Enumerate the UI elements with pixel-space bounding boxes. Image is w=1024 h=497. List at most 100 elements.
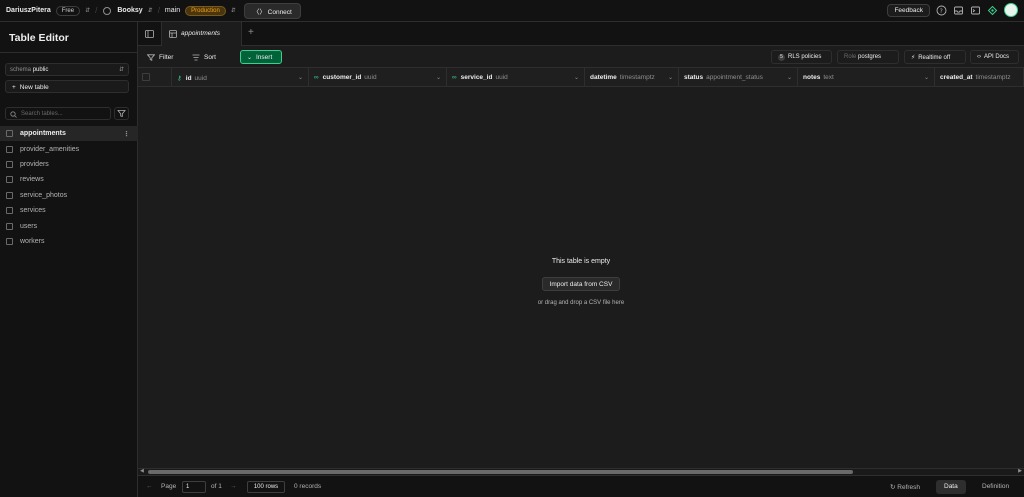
sidebar-item-appointments[interactable]: appointments ⋮ bbox=[0, 126, 138, 142]
column-name: status bbox=[684, 74, 704, 81]
definition-view-tab[interactable]: Definition bbox=[974, 480, 1017, 494]
column-header-notes[interactable]: notes text ⌄ bbox=[798, 68, 935, 87]
column-menu-chevron-icon[interactable]: ⌄ bbox=[787, 74, 792, 81]
sidebar-item-users[interactable]: users bbox=[0, 218, 138, 233]
sidebar-item-label: services bbox=[20, 207, 46, 215]
assistant-icon[interactable] bbox=[987, 5, 998, 16]
scroll-left-icon[interactable]: ◀ bbox=[140, 468, 144, 474]
chevron-updown-icon: ⇵ bbox=[118, 67, 124, 73]
plug-icon: 〈〉 bbox=[252, 8, 266, 16]
sidebar-item-label: service_photos bbox=[20, 191, 68, 199]
filter-button[interactable]: Filter bbox=[147, 51, 173, 63]
schema-value: public bbox=[32, 67, 49, 73]
column-name: id bbox=[185, 75, 192, 82]
help-icon[interactable]: ? bbox=[936, 5, 947, 16]
sidebar-item-label: provider_amenities bbox=[20, 145, 80, 153]
filter-icon bbox=[147, 53, 155, 61]
column-header-id[interactable]: ⚷ id uuid ⌄ bbox=[172, 68, 309, 87]
import-csv-button[interactable]: Import data from CSV bbox=[542, 277, 620, 291]
table-list: appointments ⋮ provider_amenities providers… bbox=[0, 126, 138, 249]
tab-appointments[interactable]: appointments bbox=[162, 22, 242, 46]
column-header-status[interactable]: status appointment_status ⌄ bbox=[679, 68, 798, 87]
column-header-service-id[interactable]: ∞ service_id uuid ⌄ bbox=[447, 68, 585, 87]
api-docs-label: API Docs bbox=[984, 54, 1010, 60]
column-name: service_id bbox=[460, 74, 493, 81]
sidebar-item-services[interactable]: services bbox=[0, 203, 138, 218]
table-icon bbox=[6, 176, 13, 184]
page-input[interactable]: 1 bbox=[182, 481, 206, 493]
project-switcher-chevron-icon[interactable]: ⇵ bbox=[148, 7, 153, 14]
column-name: customer_id bbox=[322, 74, 362, 81]
sidebar-divider bbox=[0, 52, 138, 53]
new-tab-button[interactable]: + bbox=[248, 27, 254, 38]
table-icon bbox=[169, 30, 177, 38]
role-selector[interactable]: Role postgres bbox=[837, 50, 899, 64]
sidebar-item-reviews[interactable]: reviews bbox=[0, 172, 138, 187]
breadcrumb-separator-icon: / bbox=[95, 6, 98, 15]
filter-icon bbox=[117, 110, 126, 118]
primary-key-icon: ⚷ bbox=[177, 75, 182, 82]
select-all-checkbox[interactable] bbox=[142, 73, 150, 81]
sidebar: Table Editor schema public ⇵ + New table … bbox=[0, 22, 138, 497]
inbox-icon[interactable] bbox=[953, 5, 964, 16]
environment-badge: Production bbox=[185, 5, 226, 16]
svg-text:?: ? bbox=[940, 8, 943, 15]
user-avatar[interactable] bbox=[1004, 3, 1018, 17]
branch-name[interactable]: main bbox=[165, 7, 180, 14]
sidebar-item-label: reviews bbox=[20, 176, 44, 184]
scrollbar-thumb[interactable] bbox=[148, 470, 853, 474]
column-type: text bbox=[823, 74, 834, 81]
data-view-tab[interactable]: Data bbox=[936, 480, 966, 494]
new-table-button[interactable]: + New table bbox=[5, 80, 129, 93]
role-label: Role bbox=[844, 54, 857, 60]
rows-per-page-select[interactable]: 100 rows bbox=[247, 481, 285, 493]
sidebar-item-label: users bbox=[20, 222, 38, 230]
column-header-datetime[interactable]: datetime timestamptz ⌄ bbox=[585, 68, 679, 87]
table-icon bbox=[6, 237, 13, 245]
sidebar-item-service-photos[interactable]: service_photos bbox=[0, 188, 138, 203]
column-menu-chevron-icon[interactable]: ⌄ bbox=[436, 74, 441, 81]
search-tables-input[interactable]: Search tables... bbox=[5, 107, 111, 120]
chevron-down-icon: ⌄ bbox=[247, 55, 253, 61]
table-icon bbox=[6, 191, 13, 199]
empty-state-hint: or drag and drop a CSV file here bbox=[537, 300, 625, 306]
org-switcher-chevron-icon[interactable]: ⇵ bbox=[85, 7, 90, 14]
realtime-label: Realtime off bbox=[918, 55, 951, 61]
sidebar-title: Table Editor bbox=[9, 32, 69, 44]
horizontal-scrollbar[interactable]: ◀ ▶ bbox=[138, 468, 1024, 475]
page-count: of 1 bbox=[211, 483, 222, 490]
api-docs-button[interactable]: ‹› API Docs bbox=[970, 50, 1019, 64]
sidebar-item-label: providers bbox=[20, 160, 49, 168]
filter-tables-button[interactable] bbox=[114, 107, 129, 120]
org-name[interactable]: DariuszPitera bbox=[6, 7, 51, 14]
toggle-sidebar-button[interactable] bbox=[138, 22, 162, 46]
insert-button[interactable]: ⌄ Insert bbox=[240, 50, 282, 64]
more-options-icon[interactable]: ⋮ bbox=[123, 130, 130, 138]
project-name[interactable]: Booksy bbox=[117, 7, 142, 14]
sidebar-item-provider-amenities[interactable]: provider_amenities bbox=[0, 141, 138, 156]
foreign-key-link-icon: ∞ bbox=[314, 74, 319, 81]
realtime-toggle[interactable]: ⚡ Realtime off bbox=[904, 50, 966, 64]
table-icon bbox=[6, 207, 13, 215]
sidebar-item-workers[interactable]: workers bbox=[0, 234, 138, 249]
schema-selector[interactable]: schema public ⇵ bbox=[5, 63, 129, 76]
terminal-icon[interactable] bbox=[970, 5, 981, 16]
prev-page-icon[interactable]: ← bbox=[146, 483, 153, 490]
column-menu-chevron-icon[interactable]: ⌄ bbox=[924, 74, 929, 81]
rls-policies-button[interactable]: 5 RLS policies bbox=[771, 50, 832, 64]
feedback-button[interactable]: Feedback bbox=[887, 3, 930, 17]
sidebar-toggle-icon bbox=[145, 30, 154, 38]
column-header-created-at[interactable]: created_at timestamptz bbox=[935, 68, 1024, 87]
column-menu-chevron-icon[interactable]: ⌄ bbox=[668, 74, 673, 81]
column-header-customer-id[interactable]: ∞ customer_id uuid ⌄ bbox=[309, 68, 447, 87]
column-menu-chevron-icon[interactable]: ⌄ bbox=[298, 74, 303, 81]
next-page-icon[interactable]: → bbox=[230, 483, 237, 490]
sort-button[interactable]: Sort bbox=[192, 51, 216, 63]
column-menu-chevron-icon[interactable]: ⌄ bbox=[574, 74, 579, 81]
sidebar-item-providers[interactable]: providers bbox=[0, 157, 138, 172]
scroll-right-icon[interactable]: ▶ bbox=[1018, 468, 1022, 474]
connect-button[interactable]: 〈〉 Connect bbox=[243, 2, 301, 19]
branch-switcher-chevron-icon[interactable]: ⇵ bbox=[231, 7, 236, 14]
column-type: timestamptz bbox=[975, 74, 1011, 81]
refresh-button[interactable]: ↻ Refresh bbox=[890, 483, 920, 491]
